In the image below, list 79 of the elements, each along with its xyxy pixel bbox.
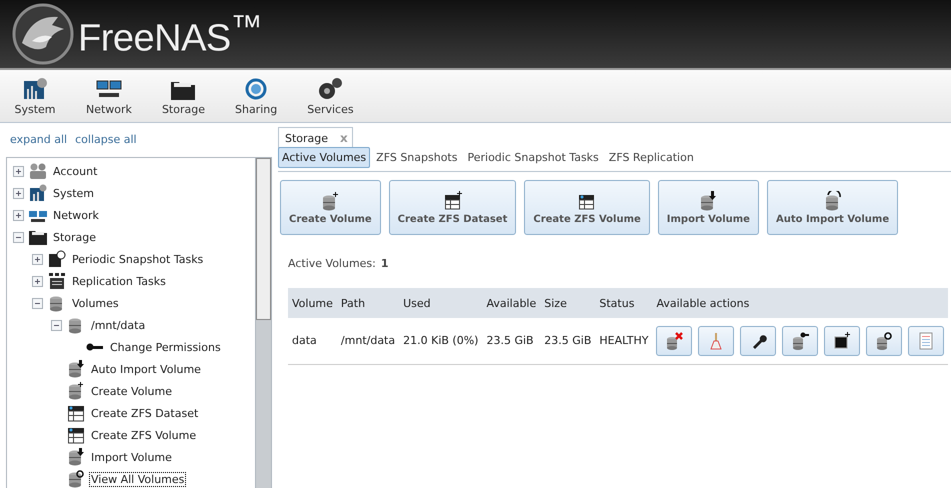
scrollbar[interactable]: [255, 158, 271, 488]
subtab[interactable]: ZFS Snapshots: [372, 147, 462, 168]
key-icon: [791, 332, 810, 350]
expander-icon[interactable]: [13, 210, 24, 220]
column-header: Size: [544, 296, 567, 310]
tree-link[interactable]: expand all: [10, 133, 68, 147]
action-button[interactable]: Create ZFS Dataset: [388, 180, 516, 235]
tree-item[interactable]: Create ZFS Volume: [90, 428, 198, 442]
subtab[interactable]: Periodic Snapshot Tasks: [463, 147, 603, 168]
replication-icon: [48, 272, 66, 290]
column-header: Available actions: [656, 296, 750, 310]
tree-item[interactable]: System: [52, 186, 96, 200]
action-button[interactable]: Auto Import Volume: [766, 180, 898, 235]
table-cell: data: [292, 334, 317, 348]
toolbar-button[interactable]: Network: [78, 70, 140, 122]
action-button[interactable]: Create Volume: [280, 180, 381, 235]
table-cell: 23.5 GiB: [486, 334, 534, 348]
column-header: Path: [340, 296, 366, 310]
tree-item[interactable]: Replication Tasks: [71, 274, 167, 288]
import-icon: [67, 448, 85, 466]
column-header: Used: [403, 296, 431, 310]
search-icon: [875, 332, 894, 350]
users-icon: [29, 162, 47, 180]
action-button[interactable]: Import Volume: [658, 180, 759, 235]
toolbar-button[interactable]: Storage: [154, 70, 213, 122]
add-disk-icon: [67, 382, 85, 400]
expander-icon[interactable]: [32, 276, 43, 286]
table-cell: /mnt/data: [340, 334, 396, 348]
chart-icon: [22, 76, 48, 100]
import-icon: [67, 360, 85, 378]
column-header: Available: [486, 296, 536, 310]
row-action-button[interactable]: [866, 326, 902, 356]
action-button[interactable]: Create ZFS Volume: [524, 180, 650, 235]
tree-item[interactable]: Change Permissions: [109, 340, 222, 354]
chart-icon: [29, 184, 47, 202]
expander-icon[interactable]: [13, 166, 24, 176]
volume-count: 1: [380, 257, 389, 272]
snapshot-icon: [48, 250, 66, 268]
logo-text: FreeNAS$^{™}$: [78, 8, 262, 60]
column-header: Volume: [292, 296, 333, 310]
tree-item[interactable]: View All Volumes: [90, 472, 186, 486]
tree-item[interactable]: Storage: [52, 230, 98, 244]
row-action-button[interactable]: [740, 326, 776, 356]
search-icon: [67, 470, 85, 488]
tree-item[interactable]: Account: [52, 164, 98, 178]
list-icon: [917, 332, 936, 350]
summary-label: Active Volumes:: [288, 257, 376, 272]
toolbar-button[interactable]: Services: [299, 70, 362, 122]
import-icon: [698, 190, 718, 210]
folder-icon: [29, 228, 47, 246]
expander-icon[interactable]: [13, 188, 24, 198]
toolbar-button[interactable]: System: [6, 70, 64, 122]
expander-icon[interactable]: [32, 298, 43, 308]
expander-icon[interactable]: [32, 254, 43, 264]
expander-icon[interactable]: [13, 232, 24, 242]
tree-item[interactable]: Volumes: [71, 296, 120, 310]
tree-link[interactable]: collapse all: [75, 133, 137, 147]
table-cell: HEALTHY: [599, 334, 648, 348]
tree-item[interactable]: Create Volume: [90, 384, 173, 398]
column-header: Status: [599, 296, 634, 310]
subtab[interactable]: Active Volumes: [278, 147, 370, 168]
zvol-icon: [67, 426, 85, 444]
row-action-button[interactable]: [782, 326, 818, 356]
expander-icon[interactable]: [51, 320, 62, 330]
subtab[interactable]: ZFS Replication: [604, 147, 698, 168]
tree-item[interactable]: Import Volume: [90, 450, 173, 464]
storage-tab[interactable]: Storage x: [278, 127, 353, 148]
row-action-button[interactable]: [824, 326, 860, 356]
table-cell: 21.0 KiB (0%): [403, 334, 478, 348]
add-disk-icon: [320, 190, 340, 210]
delete-icon: [665, 332, 684, 350]
shark-logo-icon: [12, 3, 74, 65]
tree-item[interactable]: Periodic Snapshot Tasks: [71, 252, 204, 266]
tree-item[interactable]: Auto Import Volume: [90, 362, 202, 376]
tree-item[interactable]: Network: [52, 208, 100, 222]
tree-item[interactable]: /mnt/data: [90, 318, 146, 332]
toolbar-button[interactable]: Sharing: [226, 70, 286, 122]
table-cell: 23.5 GiB: [544, 334, 592, 348]
tree-item[interactable]: Create ZFS Dataset: [90, 406, 200, 420]
